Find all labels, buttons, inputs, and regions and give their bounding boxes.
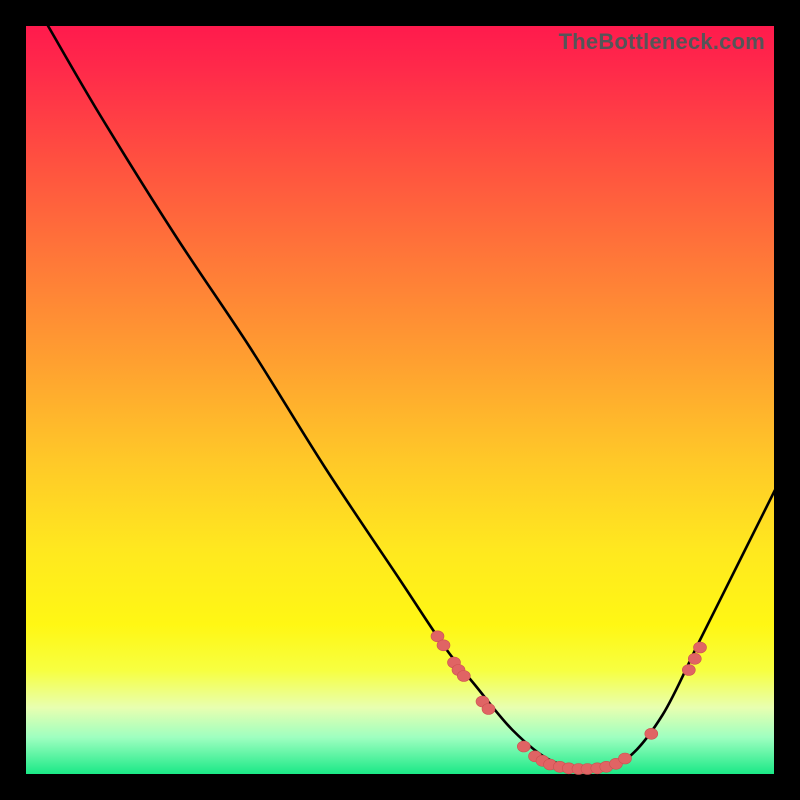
- data-point: [645, 728, 658, 739]
- performance-curve: [48, 25, 776, 768]
- chart-frame: TheBottleneck.com: [25, 25, 775, 775]
- bottleneck-curve-chart: [25, 25, 775, 775]
- data-point: [482, 704, 495, 715]
- data-point: [517, 741, 530, 752]
- data-point: [682, 665, 695, 676]
- data-point: [688, 653, 701, 664]
- data-point: [619, 753, 632, 764]
- watermark-text: TheBottleneck.com: [559, 29, 765, 55]
- data-points-group: [431, 631, 707, 775]
- data-point: [457, 671, 470, 682]
- data-point: [694, 642, 707, 653]
- data-point: [437, 640, 450, 651]
